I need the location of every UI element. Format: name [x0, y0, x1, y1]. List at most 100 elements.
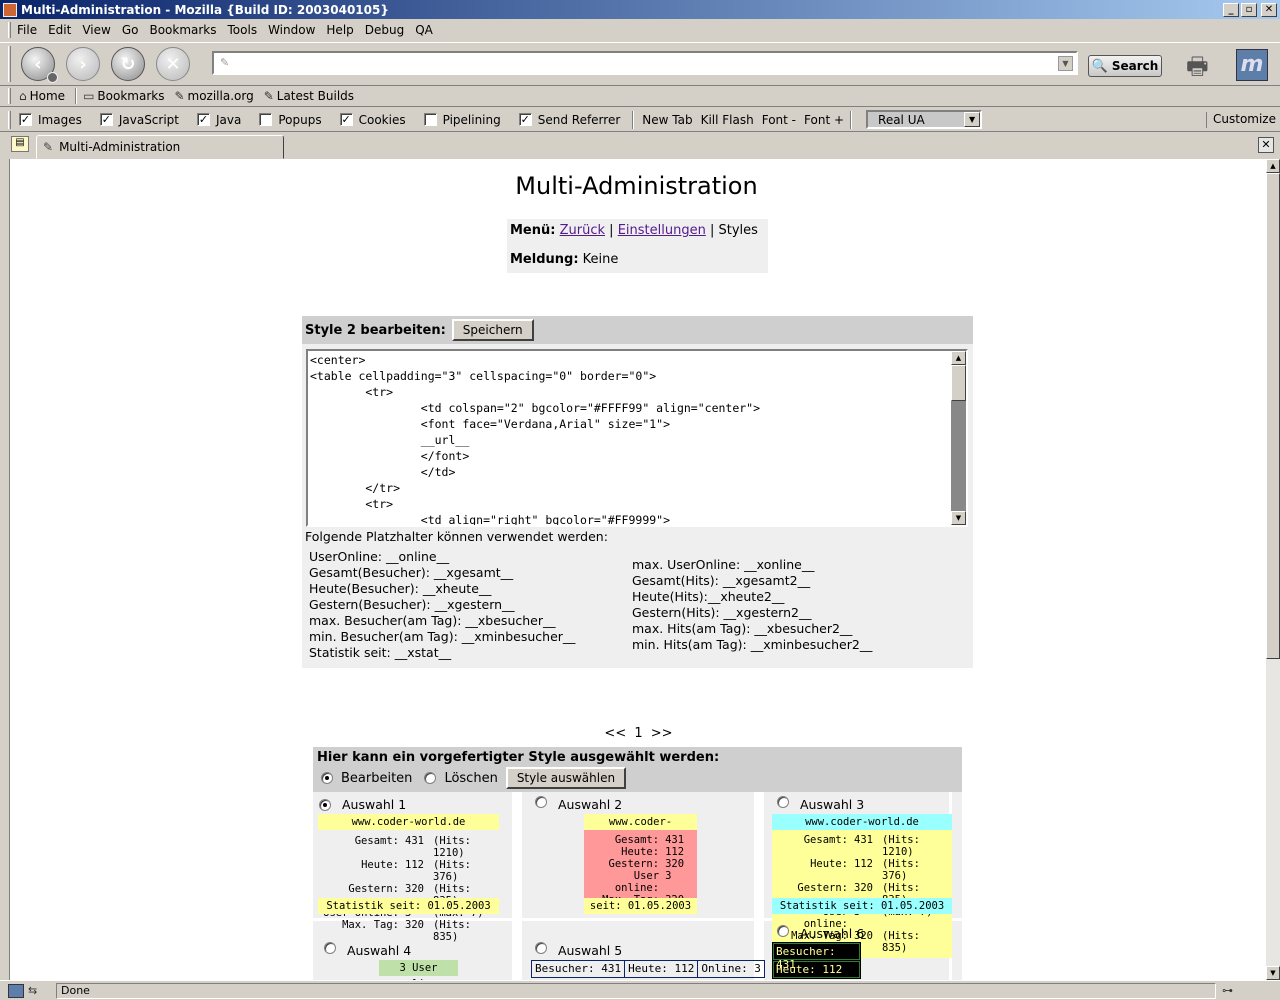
- checkbox-box[interactable]: [259, 113, 273, 126]
- back-dropdown-icon[interactable]: [47, 72, 58, 83]
- radio-auswahl-6[interactable]: [777, 924, 789, 937]
- toolbar-grip[interactable]: [8, 110, 11, 129]
- send-referrer-checkbox[interactable]: ✓ Send Referrer: [518, 113, 620, 127]
- mozilla-icon[interactable]: [8, 983, 24, 998]
- browser-window: Multi-Administration - Mozilla {Build ID…: [0, 0, 1280, 1000]
- close-tab-button[interactable]: ✕: [1258, 137, 1274, 153]
- pager-prev[interactable]: <<: [604, 726, 626, 741]
- toolbar-grip[interactable]: [8, 46, 11, 82]
- placeholder-item: min. Besucher(am Tag): __xminbesucher__: [309, 629, 576, 644]
- radio-auswahl-1[interactable]: [319, 798, 331, 811]
- cookies-checkbox[interactable]: ✓ Cookies: [339, 113, 406, 127]
- new-tab-icon[interactable]: ▤: [11, 136, 29, 152]
- page-scrollbar[interactable]: ▲ ▼: [1266, 159, 1280, 980]
- style-code-textarea[interactable]: <center> <table cellpadding="3" cellspac…: [306, 349, 968, 527]
- stats-cell: (Hits: 376): [882, 858, 920, 882]
- bookmark-mozilla-org[interactable]: ✎ mozilla.org: [174, 89, 253, 103]
- scroll-thumb[interactable]: [951, 365, 966, 401]
- font-increase-button[interactable]: Font +: [804, 113, 844, 127]
- java-checkbox[interactable]: ✓ Java: [197, 113, 241, 127]
- pager-current[interactable]: 1: [634, 726, 642, 741]
- mozilla-throbber-icon[interactable]: m: [1236, 49, 1268, 81]
- user-agent-select[interactable]: Real UA ▼: [866, 110, 983, 129]
- page-proxy-icon[interactable]: ✎: [220, 56, 234, 70]
- scroll-up-icon[interactable]: ▲: [951, 351, 966, 365]
- reload-button[interactable]: ↻: [111, 47, 145, 81]
- maximize-button[interactable]: ▫: [1241, 2, 1257, 17]
- url-bar[interactable]: ✎ ▼: [212, 51, 1078, 75]
- save-button[interactable]: Speichern: [451, 319, 534, 341]
- menu-go[interactable]: Go: [122, 23, 139, 37]
- popups-checkbox[interactable]: Popups: [259, 113, 322, 127]
- checkbox-box[interactable]: ✓: [19, 113, 32, 126]
- stop-icon: ✕: [165, 53, 181, 75]
- close-window-button[interactable]: ✕: [1261, 2, 1277, 17]
- menu-file[interactable]: File: [17, 23, 37, 37]
- menu-bookmarks[interactable]: Bookmarks: [149, 23, 216, 37]
- bookmarks-button[interactable]: ▭ Bookmarks: [83, 89, 164, 103]
- checkbox-box[interactable]: ✓: [99, 113, 113, 126]
- chevron-down-icon[interactable]: ▼: [964, 112, 981, 127]
- pipelining-checkbox[interactable]: Pipelining: [423, 113, 501, 127]
- checkbox-box[interactable]: [423, 113, 437, 126]
- url-input[interactable]: [234, 54, 1058, 72]
- bookmark-icon: ✎: [263, 89, 274, 103]
- code-text[interactable]: <center> <table cellpadding="3" cellspac…: [308, 351, 966, 525]
- radio-auswahl-2[interactable]: [535, 795, 547, 808]
- scroll-thumb[interactable]: [1266, 173, 1280, 659]
- menu-help[interactable]: Help: [326, 23, 353, 37]
- stop-button[interactable]: ✕: [156, 47, 190, 81]
- message-label: Meldung:: [510, 252, 579, 267]
- menu-view[interactable]: View: [82, 23, 110, 37]
- stats-cell: 112: [665, 846, 685, 858]
- radio-bearbeiten[interactable]: [321, 772, 333, 784]
- choice-2: Auswahl 2: [535, 795, 622, 812]
- stats-cell: (Hits: 1210): [882, 834, 920, 858]
- radio-loeschen[interactable]: [424, 772, 437, 784]
- toolbar-grip[interactable]: [8, 22, 11, 38]
- menu-debug[interactable]: Debug: [365, 23, 404, 37]
- offline-icon[interactable]: ⇆: [28, 984, 44, 998]
- select-style-button[interactable]: Style auswählen: [505, 767, 627, 789]
- new-tab-button[interactable]: New Tab: [642, 113, 692, 127]
- font-decrease-button[interactable]: Font -: [762, 113, 796, 127]
- textarea-scrollbar[interactable]: ▲ ▼: [951, 351, 966, 525]
- separator: [632, 110, 635, 129]
- images-checkbox[interactable]: ✓ Images: [19, 113, 82, 127]
- radio-auswahl-4[interactable]: [324, 941, 336, 954]
- kill-flash-button[interactable]: Kill Flash: [701, 113, 754, 127]
- javascript-checkbox[interactable]: ✓ JavaScript: [99, 113, 179, 127]
- checkbox-box[interactable]: ✓: [197, 113, 210, 126]
- stats-cell: 112: [405, 859, 424, 871]
- scroll-down-icon[interactable]: ▼: [1266, 966, 1280, 980]
- personal-toolbar: ⌂ Home ▭ Bookmarks ✎ mozilla.org ✎ Latest Bu…: [0, 86, 1280, 107]
- minimize-button[interactable]: _: [1223, 2, 1239, 17]
- scroll-down-icon[interactable]: ▼: [951, 511, 966, 525]
- placeholder-item: Gestern(Hits): __xgestern2__: [632, 605, 812, 620]
- print-icon[interactable]: 🖶: [1186, 49, 1220, 81]
- back-button[interactable]: ‹: [21, 47, 58, 83]
- scroll-up-icon[interactable]: ▲: [1266, 159, 1280, 173]
- toolbar-grip[interactable]: [8, 88, 11, 104]
- radio-auswahl-3[interactable]: [777, 795, 789, 808]
- choice-5: Auswahl 5: [535, 941, 622, 958]
- link-einstellungen[interactable]: Einstellungen: [618, 223, 706, 238]
- customize-button[interactable]: Customize: [1206, 112, 1276, 128]
- checkbox-box[interactable]: ✓: [518, 113, 532, 126]
- home-icon: ⌂: [19, 89, 27, 103]
- menu-tools[interactable]: Tools: [228, 23, 258, 37]
- menu-window[interactable]: Window: [268, 23, 315, 37]
- forward-button[interactable]: ›: [66, 47, 100, 81]
- tab-multi-administration[interactable]: ✎ Multi-Administration: [36, 135, 284, 159]
- link-zurueck[interactable]: Zurück: [560, 223, 605, 238]
- bookmark-latest-builds[interactable]: ✎ Latest Builds: [264, 89, 354, 103]
- url-history-dropdown[interactable]: ▼: [1058, 55, 1073, 71]
- radio-auswahl-5[interactable]: [535, 941, 547, 954]
- menu-qa[interactable]: QA: [415, 23, 433, 37]
- search-button[interactable]: 🔍 Search: [1088, 55, 1162, 77]
- home-button[interactable]: ⌂ Home: [19, 89, 65, 103]
- checkbox-box[interactable]: ✓: [339, 113, 353, 126]
- pager-next[interactable]: >>: [651, 726, 673, 741]
- choice-6: Auswahl 6: [777, 924, 864, 941]
- menu-edit[interactable]: Edit: [48, 23, 71, 37]
